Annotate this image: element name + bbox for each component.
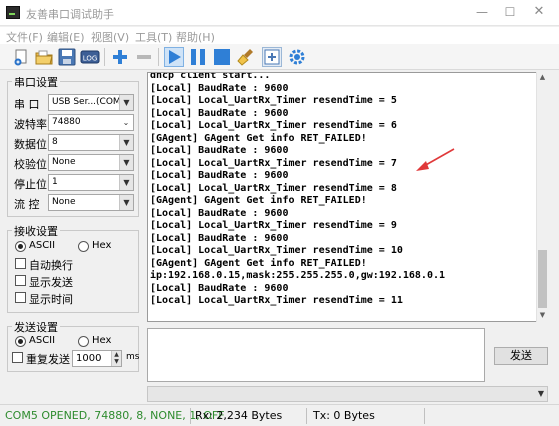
history-select[interactable]: ▼ (147, 386, 548, 402)
chevron-down-icon: ▼ (537, 389, 544, 398)
send-button[interactable]: 发送 (494, 347, 548, 365)
status-divider (424, 408, 425, 424)
status-divider (306, 408, 307, 424)
tx-count: Tx: 0 Bytes (313, 409, 375, 422)
send-input[interactable] (147, 328, 485, 382)
status-divider (190, 408, 191, 424)
status-bar: COM5 OPENED, 74880, 8, NONE, 1, OFF Rx: … (0, 404, 559, 426)
connection-status: COM5 OPENED, 74880, 8, NONE, 1, OFF (5, 409, 225, 422)
rx-count: Rx: 2,234 Bytes (195, 409, 283, 422)
